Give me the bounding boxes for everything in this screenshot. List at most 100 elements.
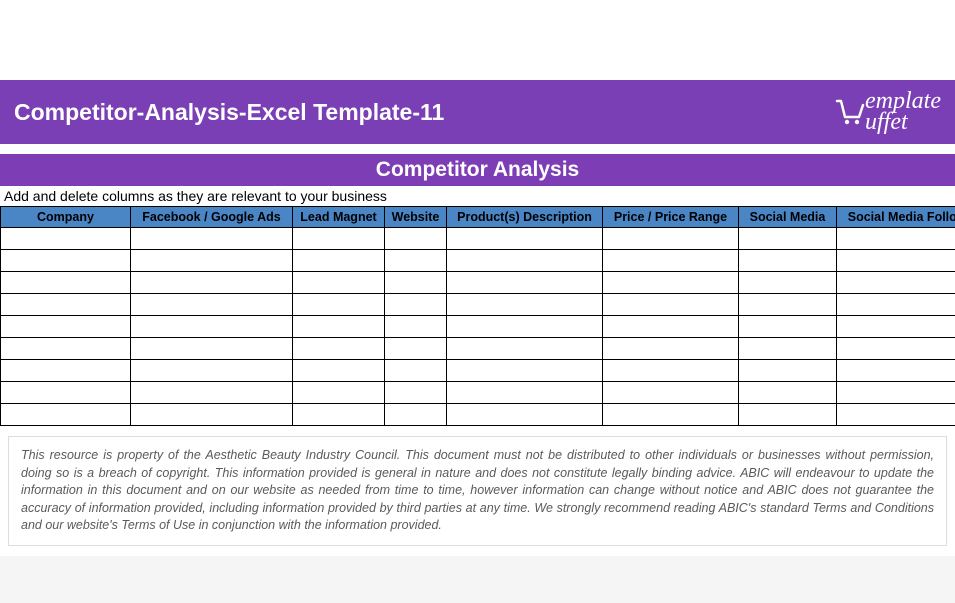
disclaimer-text: This resource is property of the Aesthet… <box>8 436 947 546</box>
table-cell[interactable] <box>1 250 131 272</box>
table-cell[interactable] <box>385 360 447 382</box>
table-cell[interactable] <box>739 272 837 294</box>
cart-icon <box>833 95 867 129</box>
table-row[interactable] <box>1 294 955 316</box>
table-cell[interactable] <box>447 228 603 250</box>
table-cell[interactable] <box>293 316 385 338</box>
table-cell[interactable] <box>739 316 837 338</box>
table-cell[interactable] <box>447 250 603 272</box>
table-cell[interactable] <box>293 338 385 360</box>
table-row[interactable] <box>1 228 955 250</box>
table-cell[interactable] <box>739 250 837 272</box>
table-cell[interactable] <box>131 228 293 250</box>
top-spacer <box>0 0 955 80</box>
col-header-website: Website <box>385 207 447 228</box>
table-row[interactable] <box>1 360 955 382</box>
table-cell[interactable] <box>837 228 955 250</box>
col-header-social: Social Media <box>739 207 837 228</box>
col-header-lead: Lead Magnet <box>293 207 385 228</box>
table-cell[interactable] <box>1 338 131 360</box>
table-cell[interactable] <box>603 294 739 316</box>
section-title: Competitor Analysis <box>0 154 955 186</box>
table-cell[interactable] <box>603 338 739 360</box>
table-cell[interactable] <box>837 294 955 316</box>
table-cell[interactable] <box>447 360 603 382</box>
table-cell[interactable] <box>739 294 837 316</box>
table-cell[interactable] <box>385 294 447 316</box>
table-cell[interactable] <box>739 338 837 360</box>
table-cell[interactable] <box>739 360 837 382</box>
table-cell[interactable] <box>603 228 739 250</box>
table-cell[interactable] <box>293 404 385 426</box>
table-cell[interactable] <box>603 272 739 294</box>
table-cell[interactable] <box>385 404 447 426</box>
table-cell[interactable] <box>603 404 739 426</box>
competitor-table: Company Facebook / Google Ads Lead Magne… <box>0 206 955 426</box>
table-cell[interactable] <box>447 382 603 404</box>
table-cell[interactable] <box>293 228 385 250</box>
table-cell[interactable] <box>293 360 385 382</box>
table-cell[interactable] <box>385 338 447 360</box>
table-cell[interactable] <box>1 360 131 382</box>
table-cell[interactable] <box>837 360 955 382</box>
col-header-ads: Facebook / Google Ads <box>131 207 293 228</box>
table-cell[interactable] <box>1 404 131 426</box>
table-row[interactable] <box>1 404 955 426</box>
table-cell[interactable] <box>131 338 293 360</box>
table-cell[interactable] <box>385 272 447 294</box>
logo: emplate uffet <box>833 88 941 136</box>
table-cell[interactable] <box>131 272 293 294</box>
table-cell[interactable] <box>293 294 385 316</box>
table-cell[interactable] <box>739 228 837 250</box>
table-cell[interactable] <box>603 316 739 338</box>
table-cell[interactable] <box>293 250 385 272</box>
table-cell[interactable] <box>385 228 447 250</box>
table-cell[interactable] <box>293 382 385 404</box>
table-cell[interactable] <box>837 272 955 294</box>
col-header-product: Product(s) Description <box>447 207 603 228</box>
table-cell[interactable] <box>293 272 385 294</box>
table-cell[interactable] <box>1 228 131 250</box>
table-row[interactable] <box>1 316 955 338</box>
table-cell[interactable] <box>131 404 293 426</box>
page-title: Competitor-Analysis-Excel Template-11 <box>14 99 444 126</box>
table-cell[interactable] <box>385 382 447 404</box>
table-cell[interactable] <box>447 404 603 426</box>
table-cell[interactable] <box>1 382 131 404</box>
table-header-row: Company Facebook / Google Ads Lead Magne… <box>1 207 955 228</box>
table-cell[interactable] <box>603 382 739 404</box>
table-cell[interactable] <box>447 272 603 294</box>
table-row[interactable] <box>1 338 955 360</box>
table-cell[interactable] <box>447 294 603 316</box>
table-cell[interactable] <box>131 250 293 272</box>
table-row[interactable] <box>1 382 955 404</box>
instructions: Add and delete columns as they are relev… <box>0 186 955 206</box>
table-cell[interactable] <box>131 316 293 338</box>
table-cell[interactable] <box>1 294 131 316</box>
col-header-price: Price / Price Range <box>603 207 739 228</box>
table-cell[interactable] <box>447 338 603 360</box>
gap <box>0 144 955 154</box>
table-cell[interactable] <box>603 250 739 272</box>
table-cell[interactable] <box>837 404 955 426</box>
table-cell[interactable] <box>837 250 955 272</box>
table-cell[interactable] <box>131 360 293 382</box>
col-header-following: Social Media Following <box>837 207 955 228</box>
table-cell[interactable] <box>837 382 955 404</box>
table-cell[interactable] <box>837 338 955 360</box>
table-cell[interactable] <box>1 272 131 294</box>
title-bar: Competitor-Analysis-Excel Template-11 em… <box>0 80 955 144</box>
table-cell[interactable] <box>739 404 837 426</box>
table-row[interactable] <box>1 272 955 294</box>
table-row[interactable] <box>1 250 955 272</box>
disclaimer-container: This resource is property of the Aesthet… <box>0 426 955 556</box>
table-cell[interactable] <box>837 316 955 338</box>
table-cell[interactable] <box>131 294 293 316</box>
table-cell[interactable] <box>739 382 837 404</box>
table-cell[interactable] <box>1 316 131 338</box>
table-cell[interactable] <box>603 360 739 382</box>
table-cell[interactable] <box>385 250 447 272</box>
table-cell[interactable] <box>447 316 603 338</box>
table-cell[interactable] <box>385 316 447 338</box>
table-cell[interactable] <box>131 382 293 404</box>
